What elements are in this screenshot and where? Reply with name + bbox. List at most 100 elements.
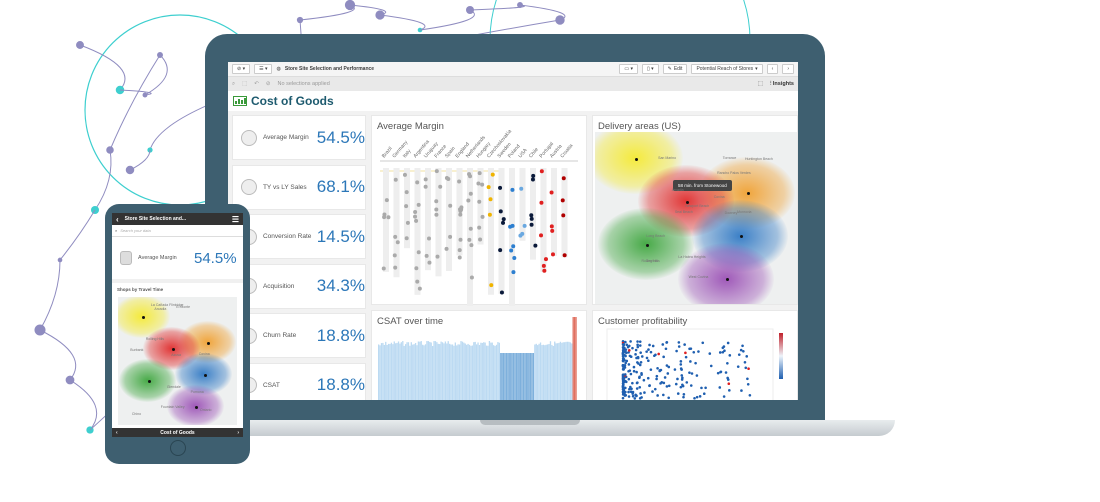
- map-canvas[interactable]: 58 min. from Stonewood San Marino Arcadia M…: [595, 132, 797, 304]
- average-margin-chart[interactable]: Average Margin Brazil Germany Italy Argenti…: [371, 115, 587, 316]
- data-point: [742, 350, 745, 353]
- data-point: [636, 345, 640, 349]
- csat-bar: [449, 343, 451, 400]
- prev-sheet-button[interactable]: ‹: [766, 64, 779, 74]
- network-link: [94, 149, 112, 211]
- data-point: [561, 176, 566, 181]
- store-marker[interactable]: [645, 243, 649, 247]
- place-label: Long Beach: [646, 233, 666, 238]
- data-point: [542, 268, 547, 273]
- edit-button[interactable]: ✎ Edit: [662, 64, 688, 74]
- csat-bar: [461, 341, 464, 400]
- kpi-value: 34.3%: [316, 276, 365, 295]
- lasso-icon[interactable]: ⬚: [758, 81, 763, 87]
- bookmark-button[interactable]: ▯ ▾: [641, 64, 659, 74]
- csat-bar: [436, 342, 438, 400]
- search-input[interactable]: ⌕ Search your data: [112, 225, 243, 237]
- data-point: [631, 394, 635, 398]
- place-label: Covina: [198, 351, 210, 356]
- data-point: [444, 176, 449, 181]
- csat-bar: [467, 343, 469, 400]
- selections-tool-icon[interactable]: ⬚: [242, 81, 247, 87]
- sheets-button[interactable]: ☰ ▾: [254, 64, 273, 74]
- insights-button[interactable]: ⫶ Insights: [770, 81, 794, 88]
- data-point: [414, 266, 419, 271]
- phone-map[interactable]: Burbank La Cañada Flintridge Glendale Arcad…: [118, 297, 237, 425]
- hamburger-menu-icon[interactable]: ☰: [232, 215, 239, 224]
- sheet-selector[interactable]: Potential Reach of Stores ▾: [691, 64, 763, 74]
- data-point: [458, 212, 463, 217]
- data-point: [444, 246, 449, 251]
- kpi-churn-rate[interactable]: Churn Rate 18.8%: [232, 313, 366, 358]
- next-sheet-button[interactable]: ›: [782, 64, 794, 74]
- data-point: [392, 253, 397, 258]
- data-point: [649, 350, 653, 354]
- csat-bar: [407, 342, 410, 400]
- data-point: [635, 370, 638, 374]
- back-icon[interactable]: ‹: [116, 215, 119, 224]
- kpi-ty-vs-ly-sales[interactable]: TY vs LY Sales 68.1%: [232, 164, 366, 210]
- data-point: [624, 350, 627, 354]
- kpi-average-margin[interactable]: Average Margin 54.5%: [232, 115, 366, 160]
- csat-bar: [386, 344, 388, 400]
- customer-profitability-chart[interactable]: Customer profitability: [592, 310, 798, 400]
- csat-bar: [498, 342, 500, 400]
- network-link: [39, 329, 77, 381]
- place-label: La Habra Heights: [678, 255, 706, 260]
- data-point: [679, 363, 683, 366]
- csat-bar: [495, 344, 498, 400]
- next-sheet-icon[interactable]: ›: [237, 430, 239, 436]
- search-icon: ⌕: [115, 228, 118, 233]
- data-point: [640, 373, 643, 376]
- data-point: [512, 256, 517, 261]
- global-menu-button[interactable]: ⊘ ▾: [232, 64, 251, 74]
- store-marker[interactable]: [171, 348, 175, 352]
- csat-bar: [546, 344, 549, 400]
- kpi-conversion-rate[interactable]: Conversion Rate 14.5%: [232, 214, 366, 259]
- csat-bar: [517, 353, 519, 400]
- store-marker[interactable]: [203, 373, 207, 377]
- data-point: [404, 204, 409, 209]
- data-point: [651, 390, 654, 393]
- data-point: [638, 386, 642, 389]
- app-icon: ◍: [276, 66, 281, 72]
- data-point: [679, 385, 683, 389]
- data-point: [692, 350, 696, 354]
- csat-bar: [471, 345, 474, 400]
- csat-over-time-chart[interactable]: CSAT over time: [371, 310, 587, 400]
- phone-kpi[interactable]: Average Margin 54.5%: [112, 237, 243, 283]
- store-marker[interactable]: [147, 380, 151, 384]
- delivery-areas-map[interactable]: Delivery areas (US) 58 min. from Stonewo…: [592, 115, 798, 305]
- data-point: [698, 395, 702, 398]
- network-link: [59, 209, 96, 261]
- kpi-csat[interactable]: CSAT 18.8%: [232, 362, 366, 400]
- csat-bar: [420, 341, 422, 400]
- data-point: [477, 225, 482, 230]
- data-point: [688, 371, 691, 374]
- store-marker[interactable]: [141, 316, 145, 320]
- data-point: [382, 212, 387, 217]
- kpi-acquisition[interactable]: Acquisition 34.3%: [232, 263, 366, 309]
- data-point: [682, 395, 685, 399]
- smart-search-icon[interactable]: ⌕: [232, 81, 235, 88]
- prev-sheet-icon[interactable]: ‹: [116, 430, 118, 436]
- data-point: [685, 381, 689, 384]
- clear-selections-icon[interactable]: ⊘: [266, 81, 271, 87]
- data-point: [488, 197, 493, 202]
- data-point: [664, 347, 668, 351]
- kpi-icon: [241, 179, 257, 195]
- step-back-icon[interactable]: ↶: [254, 81, 259, 87]
- csat-bar: [409, 345, 411, 400]
- home-button[interactable]: [170, 440, 186, 456]
- data-point: [549, 224, 554, 229]
- sheet-title: Cost of Goods: [251, 94, 334, 108]
- story-button[interactable]: ▭ ▾: [619, 64, 638, 74]
- data-point: [541, 263, 546, 268]
- range-bar: [551, 168, 557, 256]
- store-marker[interactable]: [746, 192, 750, 196]
- data-point: [624, 361, 627, 365]
- data-point: [629, 340, 632, 343]
- network-link: [379, 14, 426, 31]
- data-point: [423, 177, 428, 182]
- data-point: [632, 365, 636, 369]
